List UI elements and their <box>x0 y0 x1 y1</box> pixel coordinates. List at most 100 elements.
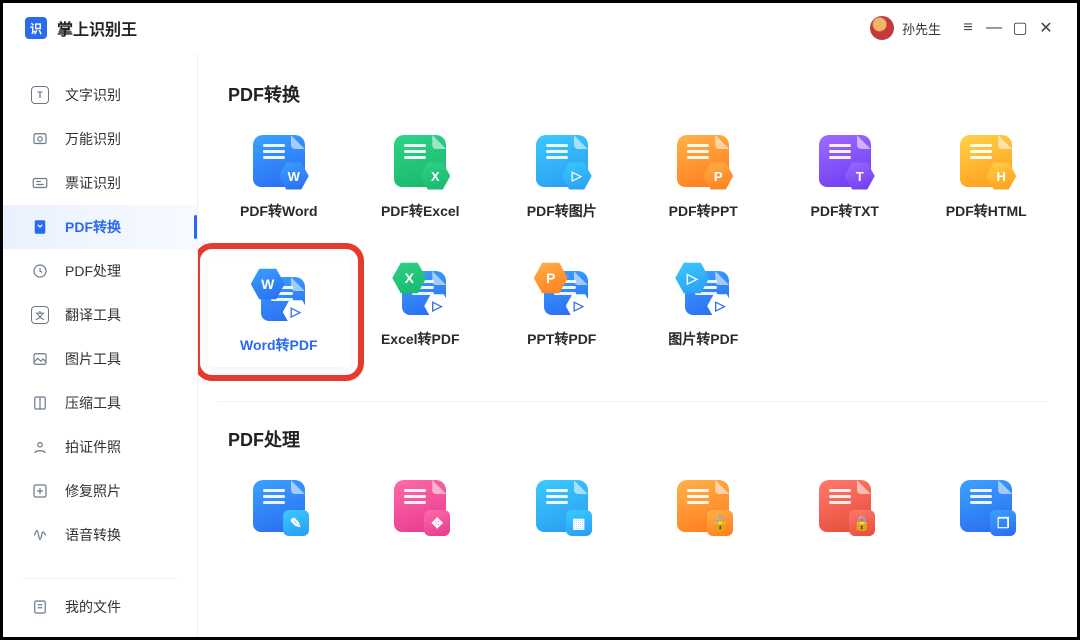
sidebar-item-label: 拍证件照 <box>65 437 121 457</box>
files-icon <box>31 598 49 616</box>
action-badge-icon: ✥ <box>424 510 450 536</box>
tile-label: PDF转Excel <box>381 201 460 221</box>
tile-icon: W <box>253 135 305 187</box>
tile-icon: ❐ <box>960 480 1012 532</box>
section-title-convert: PDF转换 <box>228 81 1067 107</box>
grid-pdf-process: ✎ ✥ ▦ 🔓 🔒 ❐ <box>198 474 1067 552</box>
sidebar-item-translate[interactable]: 文 翻译工具 <box>3 293 197 337</box>
sidebar-item-ticket[interactable]: 票证识别 <box>3 161 197 205</box>
sidebar-item-id-photo[interactable]: 拍证件照 <box>3 425 197 469</box>
tile-process-0[interactable]: ✎ <box>208 474 350 552</box>
sidebar-item-label: 翻译工具 <box>65 305 121 325</box>
tile-icon: 🔓 <box>677 480 729 532</box>
tile-icon: X▷ <box>394 263 446 315</box>
sidebar-item-label: PDF转换 <box>65 217 121 237</box>
action-badge-icon: ✎ <box>283 510 309 536</box>
sidebar-item-pdf-process[interactable]: PDF处理 <box>3 249 197 293</box>
sidebar-item-label: 图片工具 <box>65 349 121 369</box>
image-icon <box>31 350 49 368</box>
sidebar-item-text-ocr[interactable]: T 文字识别 <box>3 73 197 117</box>
sidebar-item-label: 文字识别 <box>65 85 121 105</box>
tile-label: PDF转TXT <box>811 201 879 221</box>
sidebar-item-audio[interactable]: 语音转换 <box>3 513 197 557</box>
action-badge-icon: ▦ <box>566 510 592 536</box>
universal-icon <box>31 130 49 148</box>
sidebar-item-pdf-convert[interactable]: PDF转换 <box>3 205 197 249</box>
tile-process-1[interactable]: ✥ <box>350 474 492 552</box>
tile-pdf-to-3[interactable]: P PDF转PPT <box>633 129 775 227</box>
tile-icon: H <box>960 135 1012 187</box>
pdf-process-icon <box>31 262 49 280</box>
tile-label: PDF转PPT <box>669 201 738 221</box>
tile-label: Word转PDF <box>240 335 318 355</box>
tile-icon: T <box>819 135 871 187</box>
section-title-process: PDF处理 <box>228 426 1067 452</box>
tile-process-4[interactable]: 🔒 <box>774 474 916 552</box>
tile-icon: ▷ <box>536 135 588 187</box>
tile-process-2[interactable]: ▦ <box>491 474 633 552</box>
tile-label: 图片转PDF <box>668 329 738 349</box>
tile-label: PPT转PDF <box>527 329 596 349</box>
tile-to-pdf-1[interactable]: X▷ Excel转PDF <box>350 257 492 367</box>
tile-icon: ▷▷ <box>677 263 729 315</box>
ticket-icon <box>31 174 49 192</box>
tile-to-pdf-3[interactable]: ▷▷ 图片转PDF <box>633 257 775 367</box>
tile-pdf-to-4[interactable]: T PDF转TXT <box>774 129 916 227</box>
section-divider <box>218 401 1047 402</box>
sidebar-item-label: 票证识别 <box>65 173 121 193</box>
translate-icon: 文 <box>31 306 49 324</box>
tile-process-3[interactable]: 🔓 <box>633 474 775 552</box>
tile-icon: P <box>677 135 729 187</box>
tile-icon: W▷ <box>253 269 305 321</box>
tile-pdf-to-2[interactable]: ▷ PDF转图片 <box>491 129 633 227</box>
maximize-button[interactable]: ▢ <box>1007 15 1033 41</box>
audio-icon <box>31 526 49 544</box>
tile-to-pdf-2[interactable]: P▷ PPT转PDF <box>491 257 633 367</box>
repair-icon <box>31 482 49 500</box>
text-ocr-icon: T <box>31 86 49 104</box>
menu-icon[interactable]: ≡ <box>955 15 981 41</box>
tile-pdf-to-5[interactable]: H PDF转HTML <box>916 129 1058 227</box>
sidebar-item-label: 万能识别 <box>65 129 121 149</box>
action-badge-icon: ❐ <box>990 510 1016 536</box>
app-title: 掌上识别王 <box>57 16 137 40</box>
sidebar-item-label: PDF处理 <box>65 261 121 281</box>
tile-label: PDF转HTML <box>946 201 1027 221</box>
minimize-button[interactable]: — <box>981 15 1007 41</box>
grid-pdf-to: W PDF转Word X PDF转Excel ▷ PDF转图片 P PDF转PPT T PDF转T… <box>198 129 1067 401</box>
sidebar-item-label: 修复照片 <box>65 481 121 501</box>
tile-icon: 🔒 <box>819 480 871 532</box>
sidebar-item-label: 压缩工具 <box>65 393 121 413</box>
titlebar: 识 掌上识别王 孙先生 ≡ — ▢ ✕ <box>3 3 1077 53</box>
sidebar-item-my-files[interactable]: 我的文件 <box>3 585 197 629</box>
tile-pdf-to-1[interactable]: X PDF转Excel <box>350 129 492 227</box>
tile-icon: ✎ <box>253 480 305 532</box>
tile-icon: ✥ <box>394 480 446 532</box>
sidebar-item-universal[interactable]: 万能识别 <box>3 117 197 161</box>
tile-label: Excel转PDF <box>381 329 460 349</box>
id-photo-icon <box>31 438 49 456</box>
main-content: PDF转换 W PDF转Word X PDF转Excel ▷ PDF转图片 P PDF转PPT… <box>198 53 1077 637</box>
sidebar-item-label: 语音转换 <box>65 525 121 545</box>
sidebar: T 文字识别 万能识别 票证识别 PDF转换 PDF处理 <box>3 53 198 637</box>
tile-label: PDF转图片 <box>527 201 597 221</box>
compress-icon <box>31 394 49 412</box>
tile-process-5[interactable]: ❐ <box>916 474 1058 552</box>
sidebar-item-label: 我的文件 <box>65 597 121 617</box>
user-name[interactable]: 孙先生 <box>902 19 941 38</box>
tile-icon: X <box>394 135 446 187</box>
tile-icon: P▷ <box>536 263 588 315</box>
tile-icon: ▦ <box>536 480 588 532</box>
action-badge-icon: 🔓 <box>707 510 733 536</box>
sidebar-item-photo-repair[interactable]: 修复照片 <box>3 469 197 513</box>
sidebar-item-compress[interactable]: 压缩工具 <box>3 381 197 425</box>
tile-pdf-to-0[interactable]: W PDF转Word <box>208 129 350 227</box>
sidebar-item-image-tools[interactable]: 图片工具 <box>3 337 197 381</box>
action-badge-icon: 🔒 <box>849 510 875 536</box>
tile-label: PDF转Word <box>240 201 318 221</box>
app-logo-icon: 识 <box>25 17 47 39</box>
avatar[interactable] <box>870 16 894 40</box>
close-button[interactable]: ✕ <box>1033 15 1059 41</box>
tile-to-pdf-0[interactable]: W▷ Word转PDF <box>208 257 350 367</box>
pdf-convert-icon <box>31 218 49 236</box>
